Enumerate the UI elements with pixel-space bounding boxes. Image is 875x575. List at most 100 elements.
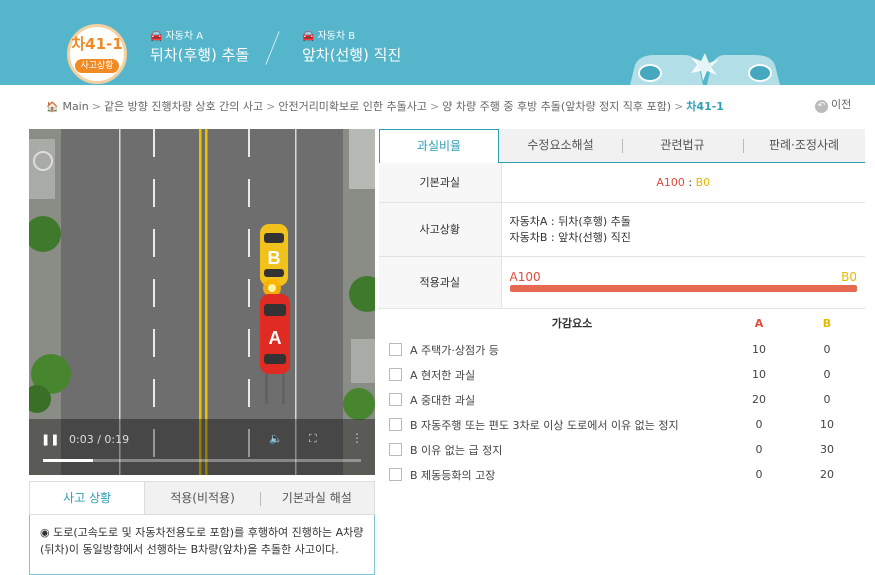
factor-row[interactable]: A 주택가·상점가 등 10 0 <box>379 337 865 362</box>
factor-checkbox[interactable] <box>389 418 402 431</box>
factor-checkbox[interactable] <box>389 468 402 481</box>
basic-fault-label: 기본과실 <box>379 163 502 203</box>
applied-fault-bar <box>509 284 857 292</box>
car-a-desc: 뒤차(후행) 추돌 <box>150 46 250 64</box>
situation-tabs: 사고 상황 적용(비적용) 기본과실 해설 <box>29 481 375 515</box>
video-progress-bar[interactable] <box>43 459 361 462</box>
breadcrumb-current: 차41-1 <box>686 100 724 113</box>
volume-icon[interactable]: 🔈 <box>269 432 283 445</box>
factor-name: A 현저한 과실 <box>410 368 476 382</box>
factor-a-value: 0 <box>755 418 763 431</box>
basic-fault-a: A100 <box>656 175 685 189</box>
car-b-vehicle: B <box>260 224 288 286</box>
breadcrumb-item[interactable]: Main <box>62 100 88 113</box>
road-scene: B A <box>29 129 375 475</box>
breadcrumb-separator: > <box>674 100 684 113</box>
header-banner: 차41-1 사고상황 🚘 자동차 A 뒤차(후행) 추돌 🚘 자동차 B 앞차(선행… <box>0 0 875 85</box>
factor-name: B 제동등화의 고장 <box>410 468 496 482</box>
tab-accident-situation[interactable]: 사고 상황 <box>30 482 146 514</box>
factor-b-value: 0 <box>823 368 831 381</box>
prev-button[interactable]: ↶ 이전 <box>815 96 851 113</box>
applied-fault-a: A100 <box>509 269 541 284</box>
divider-slash <box>265 31 280 65</box>
basic-fault-b: B0 <box>695 175 711 189</box>
tab-related-laws[interactable]: 관련법규 <box>622 129 743 162</box>
situation-label: 사고상황 <box>379 202 502 257</box>
more-icon[interactable]: ⋮ <box>351 431 363 445</box>
pause-icon[interactable]: ❚❚ <box>41 433 59 446</box>
factors-header-name: 가감요소 <box>551 317 593 330</box>
factor-name: B 자동주행 또는 편도 3차로 이상 도로에서 이유 없는 정지 <box>410 418 679 432</box>
crash-illustration <box>630 53 780 85</box>
car-icon: 🚘 <box>302 31 315 42</box>
car-a-vehicle: A <box>260 294 290 374</box>
factor-b-value: 10 <box>820 418 834 431</box>
factor-b-value: 20 <box>820 468 834 481</box>
factor-checkbox[interactable] <box>389 393 402 406</box>
car-b-info: 🚘 자동차 B 앞차(선행) 직진 <box>302 30 401 66</box>
factor-a-value: 10 <box>752 343 766 356</box>
video-controls: ❚❚ 0:03 / 0:19 🔈 ⛶ ⋮ <box>29 429 375 475</box>
factor-a-value: 0 <box>755 443 763 456</box>
factor-row[interactable]: A 중대한 과실 20 0 <box>379 387 865 412</box>
video-time: 0:03 / 0:19 <box>69 433 130 446</box>
tab-precedents[interactable]: 판례·조정사례 <box>743 129 865 162</box>
factor-row[interactable]: B 자동주행 또는 편도 3차로 이상 도로에서 이유 없는 정지 0 10 <box>379 412 865 437</box>
factor-b-value: 30 <box>820 443 834 456</box>
factor-row[interactable]: B 이유 없는 급 정지 0 30 <box>379 437 865 462</box>
factor-checkbox[interactable] <box>389 443 402 456</box>
case-badge: 차41-1 사고상황 <box>67 24 127 84</box>
case-code-label: 사고상황 <box>75 59 119 73</box>
situation-description: ◉ 도로(고속도로 및 자동차전용도로 포함)를 후행하여 진행하는 A차량(뒤… <box>29 515 375 575</box>
home-icon: 🏠 <box>46 102 59 113</box>
tab-fault-ratio[interactable]: 과실비율 <box>379 129 499 164</box>
applied-fault-label: 적용과실 <box>379 256 502 309</box>
factor-checkbox[interactable] <box>389 343 402 356</box>
table-row: 기본과실 A100 : B0 <box>379 163 865 203</box>
factor-b-value: 0 <box>823 343 831 356</box>
situation-line-b: 자동차B : 앞차(선행) 직진 <box>509 231 631 244</box>
factor-b-value: 0 <box>823 393 831 406</box>
factor-name: B 이유 없는 급 정지 <box>410 443 503 457</box>
breadcrumb-item[interactable]: 안전거리미확보로 인한 추돌사고 <box>278 100 427 113</box>
tab-basic-fault-explanation[interactable]: 기본과실 해설 <box>259 482 374 514</box>
factor-name: A 중대한 과실 <box>410 393 476 407</box>
car-a-letter: A <box>269 328 282 348</box>
video-progress-fill <box>43 459 94 462</box>
car-a-label: 자동차 A <box>165 31 204 42</box>
breadcrumb-item[interactable]: 양 차량 주행 중 후방 추돌(앞차량 정지 직후 포함) <box>442 100 671 113</box>
breadcrumb-separator: > <box>266 100 276 113</box>
fullscreen-icon[interactable]: ⛶ <box>309 432 317 446</box>
situation-line-a: 자동차A : 뒤차(후행) 추돌 <box>509 215 631 228</box>
breadcrumb: 🏠 Main > 같은 방향 진행차량 상호 간의 사고 > 안전거리미확보로 인한 추돌… <box>46 98 724 114</box>
factor-row[interactable]: A 현저한 과실 10 0 <box>379 362 865 387</box>
fault-tabs: 과실비율 수정요소해설 관련법규 판례·조정사례 <box>379 129 865 164</box>
car-b-letter: B <box>268 248 281 268</box>
table-row: 사고상황 자동차A : 뒤차(후행) 추돌 자동차B : 앞차(선행) 직진 <box>379 202 865 257</box>
accident-video[interactable]: B A ❚❚ 0:03 / 0:19 🔈 ⛶ ⋮ <box>29 129 375 475</box>
prev-label: 이전 <box>831 98 852 111</box>
applied-fault-value: A100 B0 <box>501 256 865 309</box>
breadcrumb-separator: > <box>430 100 440 113</box>
modifier-factors: 가감요소 A B A 주택가·상점가 등 10 0 A 현저한 과실 10 0 … <box>379 309 865 487</box>
car-b-desc: 앞차(선행) 직진 <box>302 46 402 64</box>
tab-modifier-explanation[interactable]: 수정요소해설 <box>499 129 622 162</box>
situation-value: 자동차A : 뒤차(후행) 추돌 자동차B : 앞차(선행) 직진 <box>501 202 865 257</box>
factors-header: 가감요소 A B <box>379 309 865 337</box>
basic-fault-value: A100 : B0 <box>501 163 865 203</box>
applied-fault-b: B0 <box>841 269 857 284</box>
factor-a-value: 20 <box>752 393 766 406</box>
tab-applicability[interactable]: 적용(비적용) <box>145 482 259 514</box>
factor-row[interactable]: B 제동등화의 고장 0 20 <box>379 462 865 487</box>
fault-table: 기본과실 A100 : B0 사고상황 자동차A : 뒤차(후행) 추돌 자동차… <box>379 163 865 309</box>
factor-checkbox[interactable] <box>389 368 402 381</box>
back-arrow-icon: ↶ <box>815 100 828 113</box>
factors-header-a: A <box>754 316 764 330</box>
factors-header-b: B <box>822 316 832 330</box>
car-b-label: 자동차 B <box>317 31 356 42</box>
basic-fault-separator: : <box>684 175 696 189</box>
case-code: 차41-1 <box>71 35 123 53</box>
car-icon: 🚘 <box>150 31 163 42</box>
breadcrumb-item[interactable]: 같은 방향 진행차량 상호 간의 사고 <box>104 100 263 113</box>
breadcrumb-separator: > <box>91 100 101 113</box>
